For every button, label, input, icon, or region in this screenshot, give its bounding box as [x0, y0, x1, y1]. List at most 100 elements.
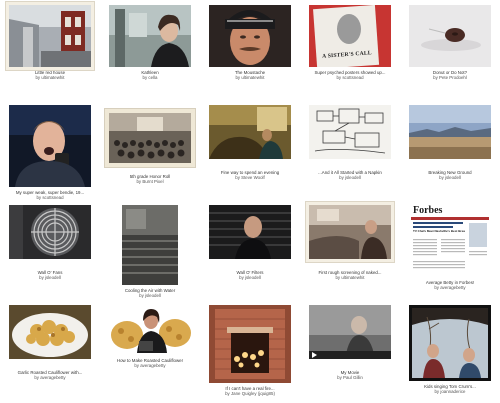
- photo-byline: by scottsnead: [300, 75, 400, 80]
- play-icon[interactable]: [312, 352, 317, 358]
- photo-card: First rough screening of naked... by ulti…: [300, 205, 400, 281]
- photo-author[interactable]: joannaderice: [440, 389, 465, 394]
- by-label: by: [235, 75, 241, 81]
- photo-byline: by jsleodell: [200, 275, 300, 280]
- photo-thumbnail[interactable]: A SISTER'S CALL: [309, 5, 391, 67]
- photo-card: ...And it All Started with a Napkin by js…: [300, 105, 400, 181]
- photo-card: Fine way to spend an evening by Steve Woo…: [200, 105, 300, 181]
- photo-thumbnail[interactable]: [209, 205, 291, 259]
- photo-byline: by Jane Quigley (jquig85): [200, 391, 300, 396]
- photo-card: Forbes TV Chefs Meet Nashville's Best Br…: [400, 205, 500, 291]
- photo-thumbnail[interactable]: [9, 205, 91, 259]
- photo-byline: by Steve Woolf: [200, 175, 300, 180]
- photo-thumbnail[interactable]: [209, 105, 291, 159]
- photo-thumbnail[interactable]: [309, 305, 391, 359]
- photo-thumbnail[interactable]: [109, 305, 191, 353]
- photo-thumbnail[interactable]: [409, 105, 491, 159]
- photo-card: Garlic Roasted Cauliflower with... by ave…: [0, 305, 100, 381]
- photo-author[interactable]: scottsnead: [342, 75, 363, 80]
- photo-card: Little red house by ultimatewhit: [0, 5, 100, 81]
- photo-byline: by averagebetty: [400, 285, 500, 290]
- photo-card: My super weak, super bendie, 19... by sco…: [0, 105, 100, 201]
- by-label: by: [134, 363, 139, 369]
- photo-card: How to Make Roasted Cauliflower by averag…: [100, 305, 200, 369]
- photo-author[interactable]: ultimatewhit: [241, 75, 264, 80]
- forbes-headline: TV Chefs Meet Nashville's Best Breakfast…: [413, 230, 465, 233]
- photo-author[interactable]: jsleodell: [145, 293, 161, 298]
- photo-card: Donut or Do Not? by Pete Prodoehl: [400, 5, 500, 81]
- photo-byline: by Pete Prodoehl: [400, 75, 500, 80]
- by-label: by: [139, 293, 144, 299]
- photo-byline: by jsleodell: [400, 175, 500, 180]
- photo-thumbnail[interactable]: [9, 5, 91, 67]
- photo-author[interactable]: ultimatewhit: [41, 75, 64, 80]
- photo-thumbnail[interactable]: [409, 305, 491, 381]
- photo-byline: by ultimatewhit: [0, 75, 100, 80]
- photo-card: Breaking New Ground by jsleodell: [400, 105, 500, 181]
- photo-grid: Little red house by ultimatewhit Kathleen…: [0, 0, 500, 403]
- by-label: by: [36, 195, 42, 201]
- photo-author[interactable]: ultimatewhit: [341, 275, 364, 280]
- photo-card: Wall O' Filters by jsleodell: [200, 205, 300, 281]
- photo-byline: by ultimatewhit: [200, 75, 300, 80]
- photo-author[interactable]: jsleodell: [45, 275, 61, 280]
- by-label: by: [339, 175, 344, 181]
- by-label: by: [239, 275, 244, 281]
- photo-card: Wall O' Fans by jsleodell: [0, 205, 100, 281]
- photo-thumbnail[interactable]: [9, 105, 91, 187]
- by-label: by: [235, 175, 240, 181]
- by-label: by: [336, 75, 342, 81]
- photo-author[interactable]: jsleodell: [245, 275, 261, 280]
- photo-thumbnail[interactable]: [109, 113, 191, 163]
- photo-author[interactable]: averagebetty: [40, 375, 65, 380]
- photo-byline: by joannaderice: [400, 389, 500, 394]
- photo-thumbnail[interactable]: Forbes TV Chefs Meet Nashville's Best Br…: [409, 205, 491, 277]
- photo-thumbnail[interactable]: [209, 5, 291, 67]
- photo-card: A SISTER'S CALL Super psyched posters sh…: [300, 5, 400, 81]
- photo-author[interactable]: jsleodell: [345, 175, 361, 180]
- photo-byline: by scottsnead: [0, 195, 100, 200]
- by-label: by: [142, 75, 148, 81]
- photo-author[interactable]: cella: [148, 75, 157, 80]
- photo-author[interactable]: scottsnead: [42, 195, 63, 200]
- by-label: by: [225, 391, 230, 397]
- photo-author[interactable]: Steve Woolf: [241, 175, 265, 180]
- photo-card: Kids singing Tom Crum's... by joannaderic…: [400, 305, 500, 395]
- photo-card: The Moustache by ultimatewhit: [200, 5, 300, 81]
- by-label: by: [433, 75, 438, 81]
- photo-thumbnail[interactable]: [122, 205, 178, 285]
- photo-byline: by jsleodell: [0, 275, 100, 280]
- photo-thumbnail[interactable]: [9, 305, 91, 359]
- photo-author[interactable]: jsleodell: [445, 175, 461, 180]
- photo-byline: by jsleodell: [300, 175, 400, 180]
- photo-byline: by Burnt Pixel: [100, 179, 200, 184]
- by-label: by: [439, 175, 444, 181]
- photo-byline: by jsleodell: [100, 293, 200, 298]
- by-label: by: [35, 75, 41, 81]
- photo-byline: by ultimatewhit: [300, 275, 400, 280]
- by-label: by: [337, 375, 342, 381]
- by-label: by: [434, 389, 440, 395]
- by-label: by: [136, 179, 142, 185]
- photo-byline: by averagebetty: [100, 363, 200, 368]
- by-label: by: [34, 375, 39, 381]
- photo-author[interactable]: Pete Prodoehl: [439, 75, 467, 80]
- photo-card: 5th grade Honor Roll by Burnt Pixel: [100, 105, 200, 185]
- photo-thumbnail[interactable]: [109, 5, 191, 67]
- photo-author[interactable]: averagebetty: [140, 363, 165, 368]
- photo-byline: by Paul Gillin: [300, 375, 400, 380]
- photo-thumbnail[interactable]: [409, 5, 491, 67]
- photo-thumbnail[interactable]: [309, 205, 391, 259]
- photo-card: Cooling the Air with Water by jsleodell: [100, 205, 200, 299]
- photo-author[interactable]: Paul Gillin: [343, 375, 363, 380]
- by-label: by: [335, 275, 341, 281]
- photo-thumbnail[interactable]: [309, 105, 391, 159]
- photo-card: My Movie by Paul Gillin: [300, 305, 400, 381]
- photo-author[interactable]: averagebetty: [440, 285, 465, 290]
- photo-thumbnail[interactable]: [209, 305, 291, 383]
- photo-card: If I can't have a real fire... by Jane Qu…: [200, 305, 300, 397]
- photo-author[interactable]: Burnt Pixel: [142, 179, 163, 184]
- by-label: by: [39, 275, 44, 281]
- photo-author[interactable]: Jane Quigley (jquig85): [231, 391, 275, 396]
- photo-byline: by averagebetty: [0, 375, 100, 380]
